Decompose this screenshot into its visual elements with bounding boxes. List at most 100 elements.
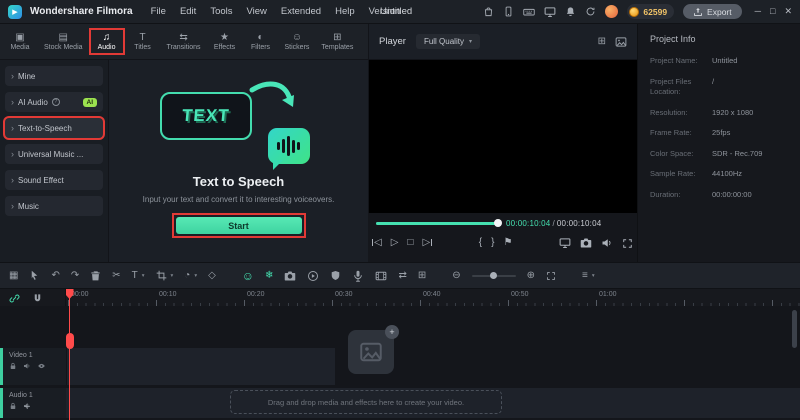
lock-icon[interactable]: [9, 362, 17, 370]
tab-transitions[interactable]: ⇆ Transitions: [161, 29, 207, 54]
crop-icon[interactable]: [156, 270, 167, 281]
media-icon: ▣: [15, 32, 25, 43]
timeline-scrollbar[interactable]: [792, 310, 797, 416]
play-button[interactable]: ▷: [391, 238, 399, 248]
scrollbar-thumb[interactable]: [792, 310, 797, 348]
record-voiceover-icon[interactable]: [352, 270, 364, 282]
marker-flag-icon[interactable]: ⚑: [503, 238, 512, 248]
mark-out-icon[interactable]: }: [491, 238, 494, 248]
grid-view-icon[interactable]: ⊞: [598, 36, 606, 47]
zoom-knob[interactable]: [489, 271, 497, 279]
sidebar-item-sound-effect[interactable]: › Sound Effect: [5, 170, 103, 190]
video-track-lane[interactable]: [66, 348, 335, 385]
audio-icon: ♫: [102, 32, 111, 43]
device-icon[interactable]: [503, 6, 514, 17]
add-media-icon[interactable]: +: [385, 325, 399, 339]
snap-magnet-icon[interactable]: [32, 293, 43, 304]
user-avatar[interactable]: [605, 5, 619, 18]
trash-icon[interactable]: [90, 270, 101, 281]
notification-bell-icon[interactable]: [565, 6, 576, 17]
background-image-icon[interactable]: [615, 36, 627, 48]
layout-grid-icon[interactable]: ▦: [9, 270, 18, 281]
ruler-mark: 00:30: [335, 291, 353, 298]
split-view-icon[interactable]: ⊞: [418, 270, 426, 281]
tab-stickers[interactable]: ☺ Stickers: [279, 29, 316, 54]
tab-templates[interactable]: ⊞ Templates: [315, 29, 359, 54]
lock-icon[interactable]: [9, 402, 17, 410]
export-button[interactable]: Export: [683, 4, 742, 19]
select-cursor-icon[interactable]: [29, 270, 40, 281]
auto-ripple-link-icon[interactable]: [9, 293, 20, 304]
redo-icon[interactable]: ↷: [71, 270, 79, 281]
tab-media[interactable]: ▣ Media: [2, 29, 38, 54]
display-icon[interactable]: [559, 237, 571, 249]
sidebar-item-ai-audio[interactable]: › AI Audio? AI: [5, 92, 103, 112]
menu-file[interactable]: File: [151, 6, 166, 17]
minimize-button[interactable]: ─: [755, 6, 761, 17]
undo-icon[interactable]: ↶: [51, 270, 59, 281]
timeline-tracks[interactable]: Video 1 Audio 1 + Drag and drop media an…: [0, 306, 800, 420]
start-button[interactable]: Start: [175, 217, 302, 234]
keyboard-icon[interactable]: [523, 6, 535, 18]
face-beauty-icon[interactable]: ☺: [242, 269, 254, 283]
seek-handle[interactable]: [494, 219, 502, 227]
tab-effects[interactable]: ★ Effects: [207, 29, 243, 54]
zoom-out-icon[interactable]: ⊖: [452, 270, 460, 281]
next-frame-button[interactable]: ▷: [422, 238, 432, 248]
sidebar-item-music[interactable]: › Music: [5, 196, 103, 216]
zoom-slider[interactable]: [471, 271, 516, 279]
screen-capture-icon[interactable]: [375, 270, 387, 282]
shield-icon[interactable]: [330, 270, 341, 281]
sync-icon[interactable]: [585, 6, 596, 17]
help-icon[interactable]: ?: [51, 98, 60, 106]
snapshot-icon[interactable]: [284, 270, 296, 282]
tab-stock-media[interactable]: ▤ Stock Media: [38, 29, 89, 54]
store-icon[interactable]: [483, 6, 494, 17]
menu-tools[interactable]: Tools: [210, 6, 232, 17]
stop-button[interactable]: □: [407, 238, 413, 248]
text-tool-icon[interactable]: T: [132, 270, 138, 281]
menu-view[interactable]: View: [247, 6, 267, 17]
add-track-button[interactable]: +: [24, 402, 30, 413]
drop-zone[interactable]: Drag and drop media and effects here to …: [230, 390, 502, 414]
screen-record-icon[interactable]: [544, 6, 556, 18]
keyframe-icon[interactable]: ◇: [208, 270, 216, 281]
freeze-frame-icon[interactable]: ❄: [265, 270, 273, 281]
previous-frame-button[interactable]: ◁: [372, 238, 382, 248]
playhead-grip[interactable]: [65, 333, 74, 349]
fullscreen-icon[interactable]: [622, 238, 633, 249]
media-placeholder[interactable]: +: [348, 325, 399, 374]
eye-icon[interactable]: [37, 362, 46, 370]
sidebar-item-mine[interactable]: › Mine: [5, 66, 103, 86]
info-row: Frame Rate: 25fps: [650, 128, 731, 137]
speaker-icon[interactable]: [601, 237, 613, 249]
fit-timeline-icon[interactable]: [546, 271, 556, 281]
zoom-in-icon[interactable]: ⊕: [527, 270, 535, 281]
ruler-mark: 00:20: [247, 291, 265, 298]
editing-toolbar: ▦ ↶ ↷ ✂ T ▾ ▾ ◔ ▾ ◇ ☺ ❄ ⇄ ⊞ ⊖ ⊕ ≡ ▾: [0, 262, 800, 288]
ruler-track[interactable]: 00:00 00:10 00:20 00:30 00:40 00:50 01:0…: [68, 289, 800, 307]
timeline-ruler[interactable]: 00:00 00:10 00:20 00:30 00:40 00:50 01:0…: [0, 288, 800, 307]
quality-selector[interactable]: Full Quality ▾: [415, 34, 480, 49]
transition-swap-icon[interactable]: ⇄: [398, 270, 406, 281]
mark-in-icon[interactable]: {: [479, 238, 482, 248]
preview-render-icon[interactable]: [307, 270, 319, 282]
menu-edit[interactable]: Edit: [180, 6, 196, 17]
mute-speaker-icon[interactable]: [23, 362, 31, 370]
preview-viewport[interactable]: [368, 60, 637, 213]
close-button[interactable]: ✕: [784, 6, 792, 17]
tab-filters[interactable]: ◐ Filters: [243, 29, 279, 54]
track-height-icon[interactable]: ≡: [582, 270, 588, 281]
snapshot-camera-icon[interactable]: [580, 237, 592, 249]
menu-help[interactable]: Help: [335, 6, 355, 17]
seek-slider[interactable]: [376, 219, 502, 227]
sidebar-item-universal-music[interactable]: › Universal Music ...: [5, 144, 103, 164]
maximize-button[interactable]: □: [770, 6, 775, 17]
scissors-icon[interactable]: ✂: [112, 270, 120, 281]
menu-extended[interactable]: Extended: [281, 6, 321, 17]
sidebar-item-text-to-speech[interactable]: › Text-to-Speech: [5, 118, 103, 138]
tab-titles[interactable]: T Titles: [125, 29, 161, 54]
speed-icon[interactable]: ◔: [184, 270, 190, 281]
points-badge[interactable]: 62599: [627, 4, 675, 19]
tab-audio[interactable]: ♫ Audio: [88, 28, 125, 55]
